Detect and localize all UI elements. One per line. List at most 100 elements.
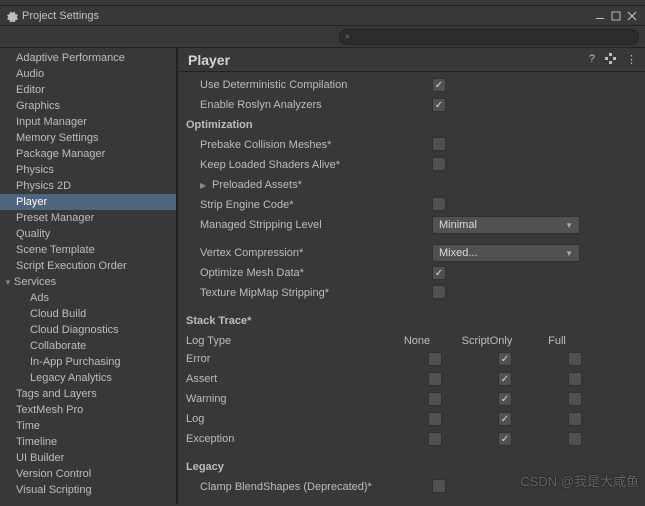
strip-engine-label: Strip Engine Code*	[182, 199, 432, 211]
trace-3-2-checkbox[interactable]	[568, 412, 582, 426]
trace-2-1-checkbox[interactable]: ✓	[498, 392, 512, 406]
chevron-right-icon[interactable]: ▶	[200, 181, 210, 190]
sidebar-item-label: Script Execution Order	[16, 260, 127, 272]
sidebar-item-time[interactable]: Time	[0, 418, 176, 434]
sidebar-item-scene-template[interactable]: Scene Template	[0, 242, 176, 258]
preset-icon[interactable]	[605, 53, 616, 66]
optimize-mesh-checkbox[interactable]: ✓	[432, 266, 446, 280]
trace-0-2-checkbox[interactable]	[568, 352, 582, 366]
deterministic-checkbox[interactable]: ✓	[432, 78, 446, 92]
sidebar-item-timeline[interactable]: Timeline	[0, 434, 176, 450]
trace-row-label: Error	[182, 353, 400, 365]
prebake-label: Prebake Collision Meshes*	[182, 139, 432, 151]
clamp-blendshapes-checkbox[interactable]	[432, 479, 446, 493]
sidebar-item-label: Physics	[16, 164, 54, 176]
sidebar-item-visual-scripting[interactable]: Visual Scripting	[0, 482, 176, 498]
trace-1-0-checkbox[interactable]	[428, 372, 442, 386]
sidebar-item-player[interactable]: Player	[0, 194, 176, 210]
sidebar-item-ui-builder[interactable]: UI Builder	[0, 450, 176, 466]
optimization-header: Optimization	[182, 119, 432, 131]
sidebar-item-services[interactable]: ▼Services	[0, 274, 176, 290]
trace-row-label: Warning	[182, 393, 400, 405]
trace-4-0-checkbox[interactable]	[428, 432, 442, 446]
sidebar-item-editor[interactable]: Editor	[0, 82, 176, 98]
sidebar-item-label: Editor	[16, 84, 45, 96]
vertex-compression-dropdown[interactable]: Mixed...▼	[432, 244, 580, 262]
trace-row-label: Assert	[182, 373, 400, 385]
sidebar-item-quality[interactable]: Quality	[0, 226, 176, 242]
trace-4-2-checkbox[interactable]	[568, 432, 582, 446]
trace-0-0-checkbox[interactable]	[428, 352, 442, 366]
sidebar-item-label: Timeline	[16, 436, 57, 448]
sidebar-item-ads[interactable]: Ads	[0, 290, 176, 306]
sidebar-item-graphics[interactable]: Graphics	[0, 98, 176, 114]
sidebar-item-memory-settings[interactable]: Memory Settings	[0, 130, 176, 146]
sidebar-item-tags-and-layers[interactable]: Tags and Layers	[0, 386, 176, 402]
keep-shaders-checkbox[interactable]	[432, 157, 446, 171]
trace-row: Error ✓	[182, 350, 635, 368]
trace-row: Log✓	[182, 410, 635, 428]
roslyn-checkbox[interactable]: ✓	[432, 98, 446, 112]
trace-col-header: ScriptOnly	[452, 335, 522, 347]
window-title: Project Settings	[22, 10, 593, 22]
stripping-dropdown[interactable]: Minimal▼	[432, 216, 580, 234]
trace-1-2-checkbox[interactable]	[568, 372, 582, 386]
sidebar-item-in-app-purchasing[interactable]: In-App Purchasing	[0, 354, 176, 370]
sidebar-item-label: Cloud Build	[30, 308, 86, 320]
sidebar-item-collaborate[interactable]: Collaborate	[0, 338, 176, 354]
sidebar-item-textmesh-pro[interactable]: TextMesh Pro	[0, 402, 176, 418]
sidebar-item-input-manager[interactable]: Input Manager	[0, 114, 176, 130]
sidebar-item-label: Collaborate	[30, 340, 86, 352]
sidebar-item-physics-2d[interactable]: Physics 2D	[0, 178, 176, 194]
trace-1-1-checkbox[interactable]: ✓	[498, 372, 512, 386]
trace-3-1-checkbox[interactable]: ✓	[498, 412, 512, 426]
sidebar-item-label: Ads	[30, 292, 49, 304]
trace-4-1-checkbox[interactable]: ✓	[498, 432, 512, 446]
trace-2-2-checkbox[interactable]	[568, 392, 582, 406]
strip-engine-checkbox[interactable]	[432, 197, 446, 211]
sidebar-item-label: Scene Template	[16, 244, 95, 256]
minimize-icon[interactable]	[593, 9, 607, 23]
close-icon[interactable]	[625, 9, 639, 23]
clamp-blendshapes-label: Clamp BlendShapes (Deprecated)*	[182, 481, 432, 493]
trace-0-1-checkbox[interactable]: ✓	[498, 352, 512, 366]
sidebar-item-version-control[interactable]: Version Control	[0, 466, 176, 482]
mipmap-checkbox[interactable]	[432, 285, 446, 299]
deterministic-label: Use Deterministic Compilation	[182, 79, 432, 91]
optimize-mesh-label: Optimize Mesh Data*	[182, 267, 432, 279]
sidebar-item-label: Legacy Analytics	[30, 372, 112, 384]
prebake-checkbox[interactable]	[432, 137, 446, 151]
sidebar-item-cloud-diagnostics[interactable]: Cloud Diagnostics	[0, 322, 176, 338]
sidebar-item-script-execution-order[interactable]: Script Execution Order	[0, 258, 176, 274]
sidebar-item-label: Audio	[16, 68, 44, 80]
chevron-down-icon: ▼	[4, 275, 14, 291]
sidebar-item-package-manager[interactable]: Package Manager	[0, 146, 176, 162]
sidebar-item-physics[interactable]: Physics	[0, 162, 176, 178]
content-header: Player ? ⋮	[178, 48, 645, 72]
help-icon[interactable]: ?	[589, 53, 595, 66]
sidebar-item-label: Preset Manager	[16, 212, 94, 224]
trace-3-0-checkbox[interactable]	[428, 412, 442, 426]
mipmap-label: Texture MipMap Stripping*	[182, 287, 432, 299]
sidebar-item-label: UI Builder	[16, 452, 64, 464]
sidebar-item-audio[interactable]: Audio	[0, 66, 176, 82]
vertex-compression-label: Vertex Compression*	[182, 247, 432, 259]
sidebar-item-label: TextMesh Pro	[16, 404, 83, 416]
gear-icon	[6, 10, 18, 22]
sidebar-item-legacy-analytics[interactable]: Legacy Analytics	[0, 370, 176, 386]
sidebar-item-preset-manager[interactable]: Preset Manager	[0, 210, 176, 226]
stack-trace-header: Stack Trace*	[182, 315, 432, 327]
preloaded-assets-label: Preloaded Assets*	[212, 179, 302, 191]
sidebar-item-label: Adaptive Performance	[16, 52, 125, 64]
search-input[interactable]	[339, 29, 639, 45]
sidebar-item-cloud-build[interactable]: Cloud Build	[0, 306, 176, 322]
maximize-icon[interactable]	[609, 9, 623, 23]
menu-icon[interactable]: ⋮	[626, 53, 637, 66]
roslyn-label: Enable Roslyn Analyzers	[182, 99, 432, 111]
settings-sidebar[interactable]: Adaptive PerformanceAudioEditorGraphicsI…	[0, 48, 178, 504]
sidebar-item-label: Visual Scripting	[16, 484, 92, 496]
window-buttons	[593, 9, 639, 23]
sidebar-item-adaptive-performance[interactable]: Adaptive Performance	[0, 50, 176, 66]
trace-2-0-checkbox[interactable]	[428, 392, 442, 406]
player-settings-panel[interactable]: Use Deterministic Compilation✓Enable Ros…	[178, 72, 645, 504]
